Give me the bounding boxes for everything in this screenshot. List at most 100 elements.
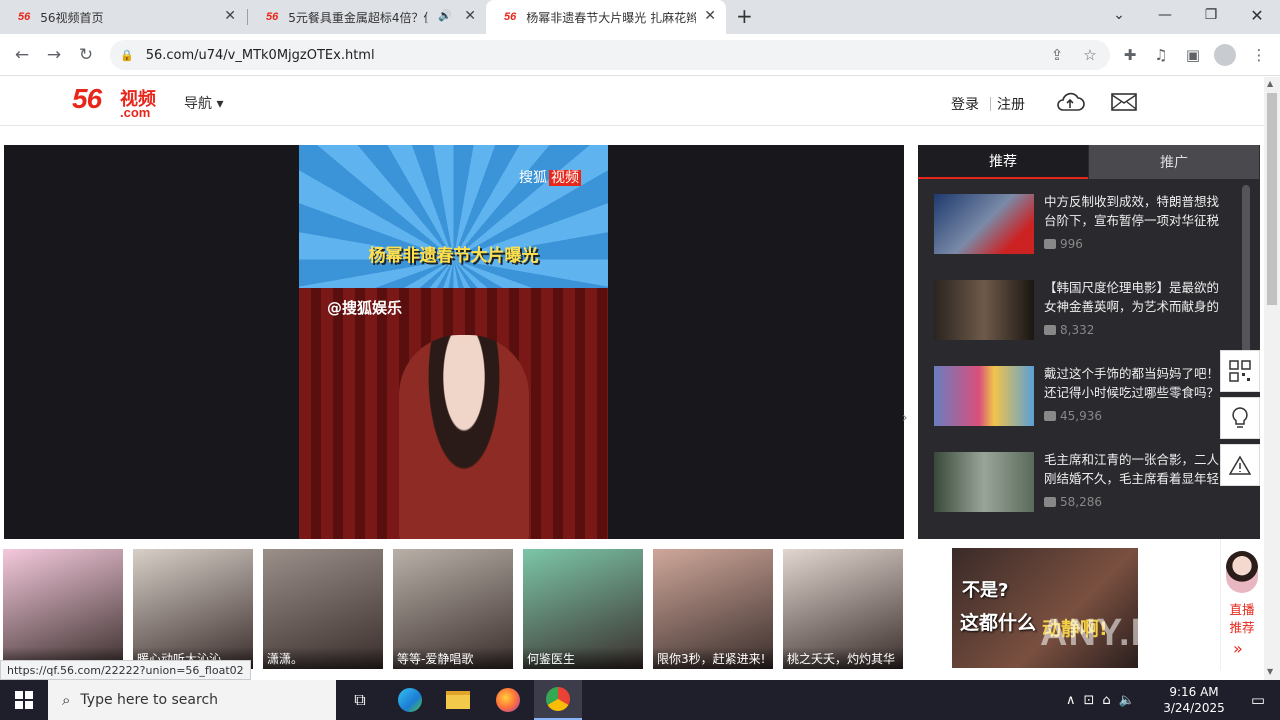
scroll-down-icon[interactable]: ▼	[1267, 667, 1273, 676]
media-control-icon[interactable]: ♫	[1146, 40, 1176, 70]
ad-text: 不是?	[962, 580, 1009, 601]
back-button[interactable]: ←	[6, 34, 38, 76]
favicon-56-icon: 56	[266, 11, 279, 23]
recommend-item[interactable]: 戴过这个手饰的都当妈妈了吧！还记得小时候吃过哪些零食吗？ 45,936	[934, 366, 1234, 436]
views-value: 45,936	[1060, 409, 1102, 423]
site-logo-domain[interactable]: .com	[120, 105, 150, 120]
qr-code-icon[interactable]	[1220, 350, 1260, 392]
tab-tableware-news[interactable]: 56 5元餐具重金属超标4倍？低价 🔊 ✕	[248, 0, 486, 34]
edge-browser-icon[interactable]	[386, 680, 434, 720]
clock-date: 3/24/2025	[1163, 701, 1225, 715]
streamer-card[interactable]: 潇潇。	[263, 549, 383, 669]
nav-dropdown[interactable]: 导航 ▾	[184, 93, 223, 113]
site-header: 56 视频 .com 导航 ▾ 登录 注册	[0, 77, 1264, 126]
message-envelope-icon[interactable]	[1108, 87, 1140, 117]
tab-promote[interactable]: 推广	[1089, 145, 1259, 179]
video-title-overlay: 杨幂非遗春节大片曝光	[368, 246, 539, 266]
share-icon[interactable]: ⇪	[1042, 40, 1072, 70]
streamer-card[interactable]: 桃之夭夭，灼灼其华	[783, 549, 903, 669]
recommend-item[interactable]: 中方反制收到成效，特朗普想找台阶下，宣布暂停一项对华征税措施 996	[934, 194, 1234, 264]
menu-kebab-icon[interactable]: ⋮	[1244, 40, 1274, 70]
close-window-button[interactable]: ✕	[1234, 0, 1280, 30]
video-thumbnail[interactable]	[934, 366, 1034, 426]
ad-text: 这都什么	[960, 612, 1037, 634]
reload-button[interactable]: ↻	[70, 34, 102, 76]
scroll-up-icon[interactable]: ▲	[1267, 79, 1273, 88]
firefox-icon[interactable]	[484, 680, 532, 720]
double-chevron-right-icon[interactable]: »	[1233, 639, 1243, 658]
speaker-icon[interactable]: 🔊	[438, 9, 452, 22]
page-scrollbar[interactable]: ▲ ▼	[1264, 77, 1280, 680]
live-recommend-label[interactable]: 直播推荐	[1227, 601, 1257, 637]
taskbar-search-input[interactable]: ⌕ Type here to search	[48, 680, 336, 720]
streamer-card[interactable]: 何鉴医生	[523, 549, 643, 669]
streamer-card[interactable]: 限你3秒，赶紧进来!	[653, 549, 773, 669]
volume-icon[interactable]: 🔈	[1119, 693, 1135, 708]
recommend-title[interactable]: 毛主席和江青的一张合影，二人刚结婚不久，毛主席看着显年轻	[1044, 450, 1229, 488]
tab-56-home[interactable]: 56 56视频首页 ✕	[0, 0, 246, 34]
notification-icon[interactable]: ▭	[1236, 680, 1280, 720]
login-link[interactable]: 登录	[951, 94, 979, 114]
live-recommend-widget[interactable]: 直播推荐 »	[1220, 539, 1262, 670]
recommend-sidebar: 推荐 推广 中方反制收到成效，特朗普想找台阶下，宣布暂停一项对华征税措施 996…	[918, 145, 1260, 539]
video-frame[interactable]: 搜狐 视频 杨幂非遗春节大片曝光 @搜狐娱乐	[299, 145, 608, 539]
address-bar[interactable]: 🔒 56.com/u74/v_MTk0MjgzOTEx.html	[110, 40, 1110, 70]
search-placeholder: Type here to search	[80, 692, 219, 708]
close-tab-icon[interactable]: ✕	[464, 8, 476, 24]
recommend-title[interactable]: 戴过这个手饰的都当妈妈了吧！还记得小时候吃过哪些零食吗？	[1044, 364, 1229, 402]
recommend-title[interactable]: 【韩国尺度伦理电影】是最欲的女神金善英啊，为艺术而献身的韩国	[1044, 278, 1229, 316]
network-status-icon[interactable]: ⊡	[1084, 693, 1095, 708]
recommend-item[interactable]: 【韩国尺度伦理电影】是最欲的女神金善英啊，为艺术而献身的韩国 8,332	[934, 280, 1234, 350]
taskbar-clock[interactable]: 9:16 AM 3/24/2025	[1156, 684, 1232, 716]
browser-toolbar: ← → ↻ 🔒 56.com/u74/v_MTk0MjgzOTEx.html ⇪…	[0, 34, 1280, 76]
favicon-56-icon: 56	[504, 11, 517, 23]
close-tab-icon[interactable]: ✕	[704, 8, 716, 24]
play-count-icon	[1044, 497, 1056, 507]
streamer-caption: 桃之夭夭，灼灼其华	[783, 647, 903, 669]
video-person-image	[399, 335, 529, 539]
sidebar-scrollbar[interactable]	[1242, 185, 1250, 355]
task-view-icon[interactable]: ⧉	[336, 680, 384, 720]
show-hidden-icons-chevron-icon[interactable]: ∧	[1066, 693, 1076, 708]
video-thumbnail[interactable]	[934, 194, 1034, 254]
lightbulb-feedback-icon[interactable]	[1220, 397, 1260, 439]
streamer-card[interactable]: 等等-爱静唱歌	[393, 549, 513, 669]
windows-start-icon[interactable]	[0, 680, 48, 720]
video-thumbnail[interactable]	[934, 452, 1034, 512]
streamer-card[interactable]	[3, 549, 123, 669]
streamer-avatar[interactable]	[1226, 551, 1258, 593]
tab-search-icon[interactable]: ⌄	[1096, 0, 1142, 30]
sidebar-collapse-arrow-icon[interactable]: ›	[902, 410, 908, 426]
restore-button[interactable]: ❐	[1188, 0, 1234, 30]
lock-icon[interactable]: 🔒	[120, 49, 134, 62]
register-link[interactable]: 注册	[997, 94, 1025, 114]
video-player[interactable]: 搜狐 视频 杨幂非遗春节大片曝光 @搜狐娱乐	[4, 145, 904, 539]
bookmark-star-icon[interactable]: ☆	[1075, 40, 1105, 70]
forward-button[interactable]: →	[38, 34, 70, 76]
streamer-caption: 何鉴医生	[523, 647, 643, 669]
profile-avatar-icon[interactable]	[1210, 40, 1240, 70]
chrome-icon[interactable]	[534, 680, 582, 720]
new-tab-button[interactable]: +	[736, 4, 753, 28]
close-tab-icon[interactable]: ✕	[224, 8, 236, 24]
views-value: 8,332	[1060, 323, 1095, 337]
file-explorer-icon[interactable]	[434, 680, 482, 720]
wifi-icon[interactable]: ⌂	[1102, 693, 1110, 708]
recommend-item[interactable]: 毛主席和江青的一张合影，二人刚结婚不久，毛主席看着显年轻 58,286	[934, 452, 1234, 522]
video-thumbnail[interactable]	[934, 280, 1034, 340]
recommend-title[interactable]: 中方反制收到成效，特朗普想找台阶下，宣布暂停一项对华征税措施	[1044, 192, 1229, 230]
url-text: 56.com/u74/v_MTk0MjgzOTEx.html	[145, 47, 375, 63]
upload-cloud-icon[interactable]	[1054, 87, 1086, 117]
scrollbar-thumb[interactable]	[1267, 93, 1277, 305]
windows-taskbar: ⌕ Type here to search ⧉ ∧ ⊡ ⌂ 🔈 9:16 AM …	[0, 680, 1280, 720]
tab-yangmi-video[interactable]: 56 杨幂非遗春节大片曝光 扎麻花辫 ✕	[486, 0, 726, 34]
tab-recommend[interactable]: 推荐	[918, 145, 1088, 179]
report-warning-icon[interactable]	[1220, 444, 1260, 486]
divider	[990, 97, 991, 111]
side-panel-icon[interactable]: ▣	[1178, 40, 1208, 70]
extensions-icon[interactable]: ✚	[1115, 40, 1145, 70]
tab-title: 杨幂非遗春节大片曝光 扎麻花辫	[526, 10, 697, 25]
minimize-button[interactable]: —	[1142, 0, 1188, 30]
site-logo[interactable]: 56	[72, 83, 102, 115]
streamer-card[interactable]: 暖心动听大沁沁	[133, 549, 253, 669]
